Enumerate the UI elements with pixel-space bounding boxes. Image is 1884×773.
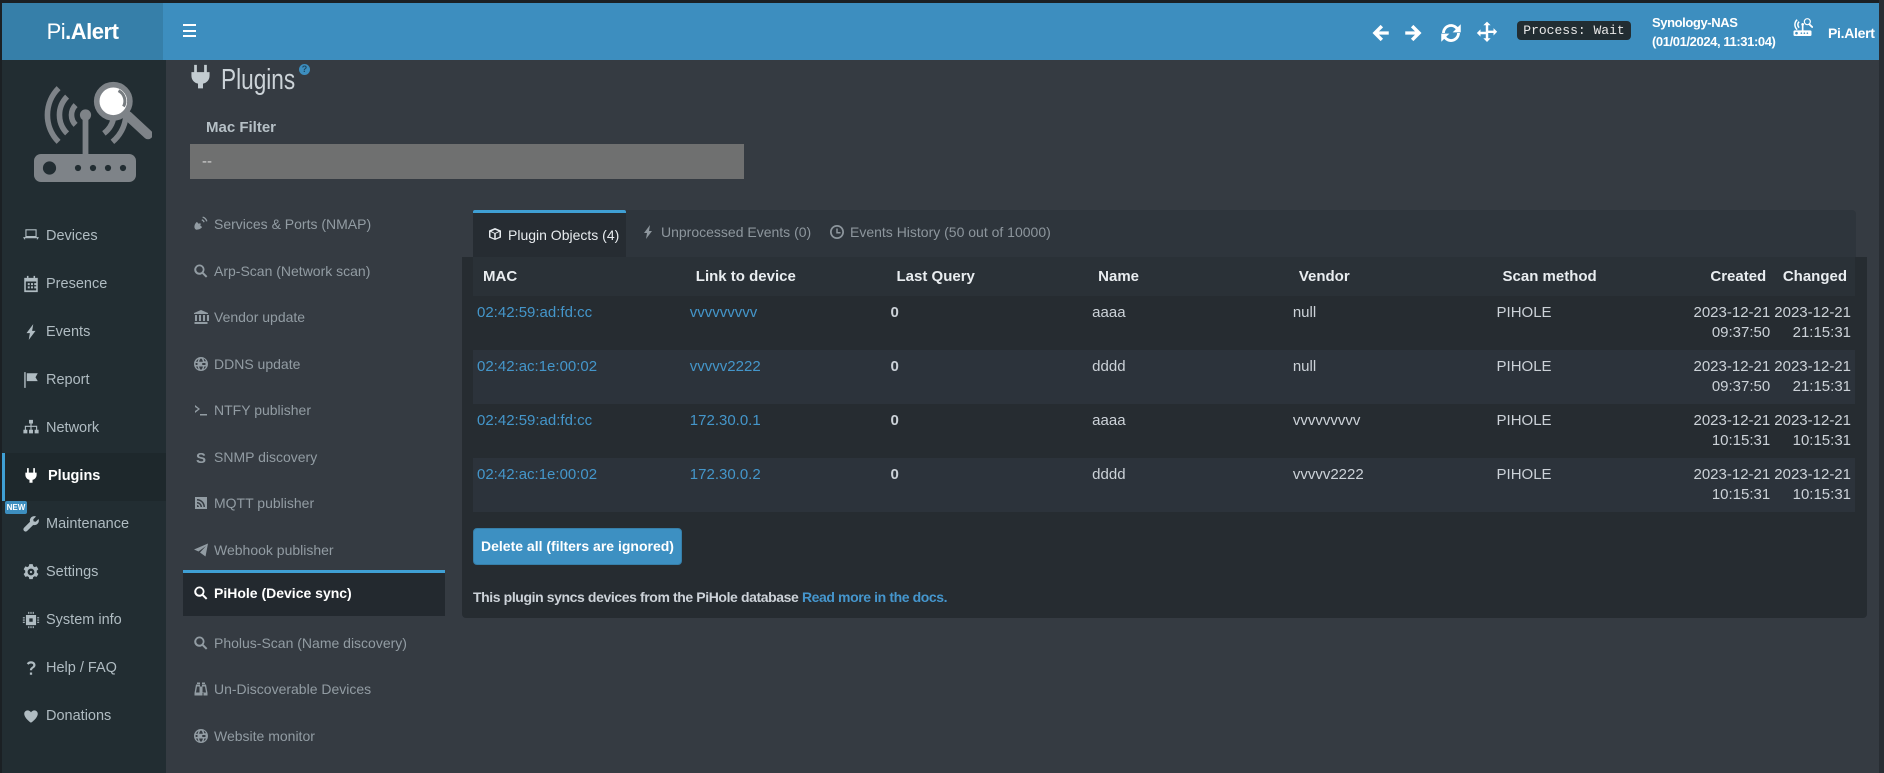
svg-text:S: S <box>196 449 206 464</box>
